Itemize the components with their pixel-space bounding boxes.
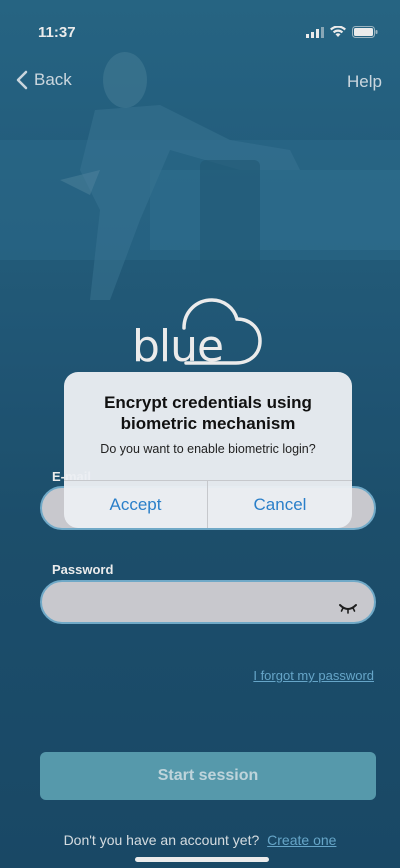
biometric-alert-dialog: Encrypt credentials using biometric mech… [64, 372, 352, 528]
accept-button[interactable]: Accept [64, 481, 207, 528]
alert-title: Encrypt credentials using biometric mech… [104, 393, 312, 433]
cancel-button[interactable]: Cancel [208, 481, 352, 528]
alert-message: Do you want to enable biometric login? [100, 442, 316, 456]
